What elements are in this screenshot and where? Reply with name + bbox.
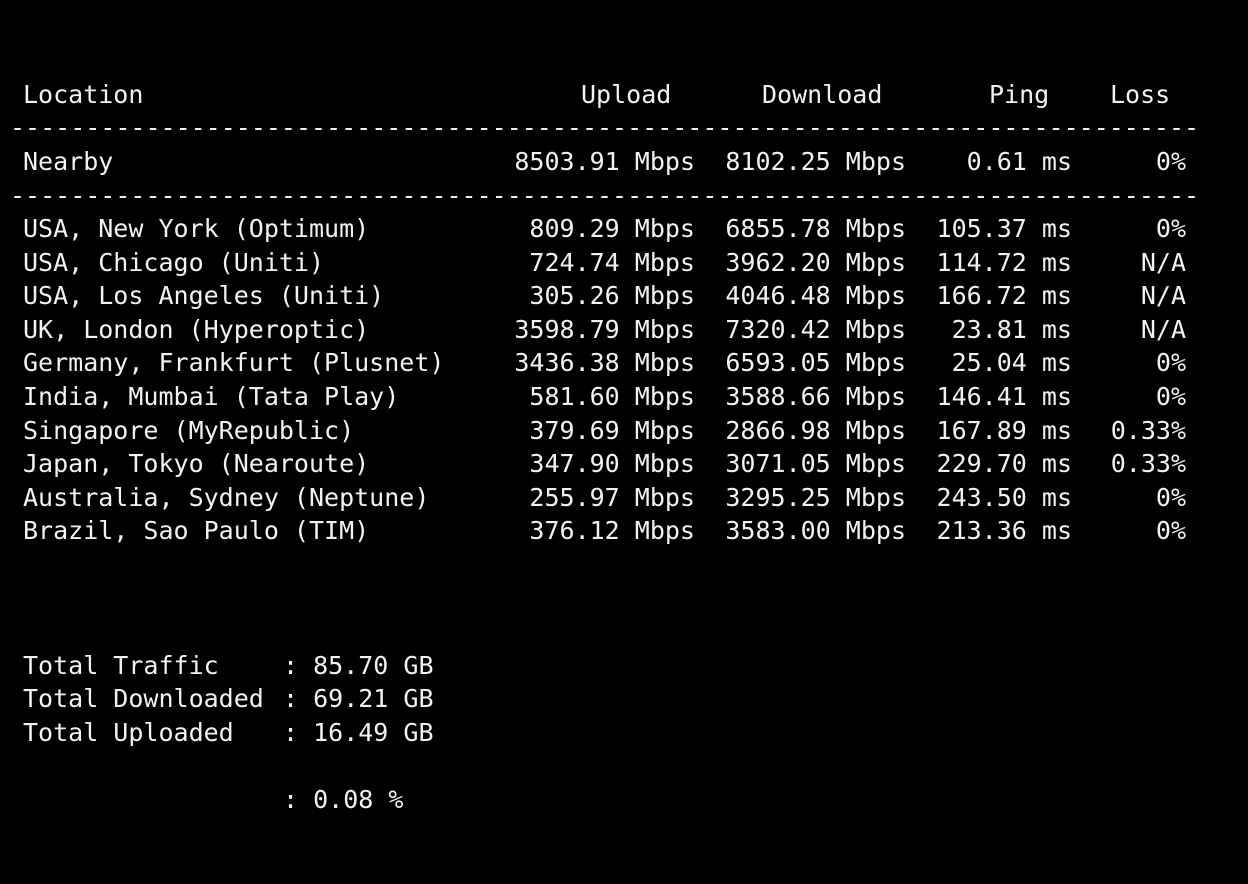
row-download: 3071.05 Mbps	[725, 449, 906, 478]
table-row: UK, London (Hyperoptic) 3598.79 Mbps 732…	[8, 313, 1240, 347]
row-location: UK, London (Hyperoptic)	[23, 315, 370, 344]
row-loss: 0%	[1155, 348, 1186, 377]
summary-value: : 85.70 GB	[283, 651, 434, 680]
summary-total-uploaded: Total Uploaded : 16.49 GB	[8, 716, 1240, 750]
summary-extra: : 0.08 %	[8, 783, 1240, 817]
row-location: USA, Chicago (Uniti)	[23, 248, 325, 277]
terminal-output: Location Upload Download Ping Loss -----…	[8, 0, 1240, 832]
row-location: Japan, Tokyo (Nearoute)	[23, 449, 370, 478]
row-loss: 0%	[1155, 382, 1186, 411]
nearby-loss: 0%	[1155, 147, 1186, 176]
summary-label: Total Downloaded	[23, 684, 264, 713]
summary-value: : 69.21 GB	[283, 684, 434, 713]
row-ping: 166.72 ms	[936, 281, 1072, 310]
row-location: USA, New York (Optimum)	[23, 214, 370, 243]
header-location: Location	[23, 80, 144, 109]
row-loss: 0.33%	[1110, 416, 1186, 445]
table-row: Germany, Frankfurt (Plusnet) 3436.38 Mbp…	[8, 346, 1240, 380]
table-row: USA, Los Angeles (Uniti) 305.26 Mbps 404…	[8, 279, 1240, 313]
row-ping: 229.70 ms	[936, 449, 1072, 478]
separator-top: ----------------------------------------…	[10, 113, 1202, 142]
row-download: 7320.42 Mbps	[725, 315, 906, 344]
row-download: 6855.78 Mbps	[725, 214, 906, 243]
row-upload: 581.60 Mbps	[529, 382, 695, 411]
row-upload: 3598.79 Mbps	[514, 315, 695, 344]
row-ping: 105.37 ms	[936, 214, 1072, 243]
row-ping: 23.81 ms	[951, 315, 1072, 344]
row-ping: 25.04 ms	[951, 348, 1072, 377]
row-upload: 379.69 Mbps	[529, 416, 695, 445]
table-row: India, Mumbai (Tata Play) 581.60 Mbps 35…	[8, 380, 1240, 414]
separator-bottom: ----------------------------------------…	[10, 181, 1202, 210]
table-row: Japan, Tokyo (Nearoute) 347.90 Mbps 3071…	[8, 447, 1240, 481]
row-loss: N/A	[1140, 315, 1186, 344]
summary-value: : 16.49 GB	[283, 718, 434, 747]
row-loss: N/A	[1140, 248, 1186, 277]
row-location: Singapore (MyRepublic)	[23, 416, 355, 445]
nearby-row: Nearby 8503.91 Mbps 8102.25 Mbps 0.61 ms…	[8, 145, 1240, 179]
row-location: Brazil, Sao Paulo (TIM)	[23, 516, 370, 545]
table-row: Brazil, Sao Paulo (TIM) 376.12 Mbps 3583…	[8, 514, 1240, 548]
row-upload: 3436.38 Mbps	[514, 348, 695, 377]
table-row: USA, New York (Optimum) 809.29 Mbps 6855…	[8, 212, 1240, 246]
summary-total-traffic: Total Traffic : 85.70 GB	[8, 649, 1240, 683]
row-loss: N/A	[1140, 281, 1186, 310]
table-row: Singapore (MyRepublic) 379.69 Mbps 2866.…	[8, 414, 1240, 448]
nearby-ping: 0.61 ms	[966, 147, 1072, 176]
table-header: Location Upload Download Ping Loss	[8, 78, 1240, 112]
row-upload: 376.12 Mbps	[529, 516, 695, 545]
row-location: USA, Los Angeles (Uniti)	[23, 281, 385, 310]
summary-total-downloaded: Total Downloaded : 69.21 GB	[8, 682, 1240, 716]
row-ping: 167.89 ms	[936, 416, 1072, 445]
header-loss: Loss	[1110, 80, 1171, 109]
row-download: 6593.05 Mbps	[725, 348, 906, 377]
row-location: Germany, Frankfurt (Plusnet)	[23, 348, 445, 377]
row-upload: 305.26 Mbps	[529, 281, 695, 310]
row-loss: 0%	[1155, 214, 1186, 243]
row-download: 4046.48 Mbps	[725, 281, 906, 310]
row-ping: 146.41 ms	[936, 382, 1072, 411]
table-row: USA, Chicago (Uniti) 724.74 Mbps 3962.20…	[8, 246, 1240, 280]
row-download: 3588.66 Mbps	[725, 382, 906, 411]
row-ping: 114.72 ms	[936, 248, 1072, 277]
row-ping: 213.36 ms	[936, 516, 1072, 545]
row-download: 3583.00 Mbps	[725, 516, 906, 545]
nearby-upload: 8503.91 Mbps	[514, 147, 695, 176]
row-download: 3962.20 Mbps	[725, 248, 906, 277]
header-download: Download	[762, 80, 883, 109]
row-loss: 0%	[1155, 516, 1186, 545]
row-upload: 255.97 Mbps	[529, 483, 695, 512]
table-row: Australia, Sydney (Neptune) 255.97 Mbps …	[8, 481, 1240, 515]
header-ping: Ping	[989, 80, 1050, 109]
summary-label: Total Uploaded	[23, 718, 234, 747]
row-upload: 724.74 Mbps	[529, 248, 695, 277]
row-location: India, Mumbai (Tata Play)	[23, 382, 400, 411]
summary-value: : 0.08 %	[283, 785, 404, 814]
row-upload: 347.90 Mbps	[529, 449, 695, 478]
row-loss: 0.33%	[1110, 449, 1186, 478]
nearby-location: Nearby	[23, 147, 114, 176]
row-upload: 809.29 Mbps	[529, 214, 695, 243]
row-download: 3295.25 Mbps	[725, 483, 906, 512]
header-upload: Upload	[581, 80, 672, 109]
row-ping: 243.50 ms	[936, 483, 1072, 512]
row-location: Australia, Sydney (Neptune)	[23, 483, 430, 512]
row-loss: 0%	[1155, 483, 1186, 512]
row-download: 2866.98 Mbps	[725, 416, 906, 445]
summary-label: Total Traffic	[23, 651, 219, 680]
nearby-download: 8102.25 Mbps	[725, 147, 906, 176]
